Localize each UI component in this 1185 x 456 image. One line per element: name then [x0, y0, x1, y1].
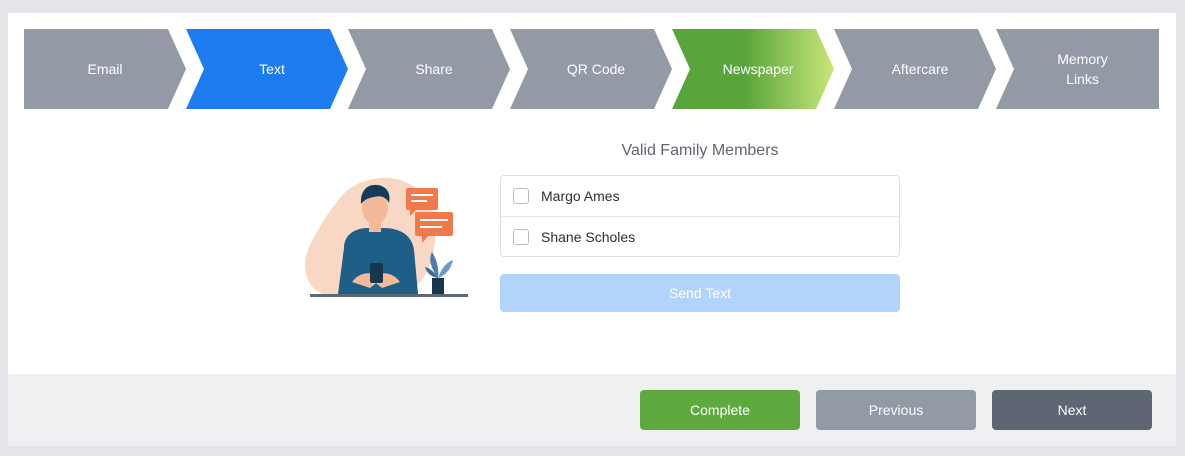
- step-newspaper[interactable]: Newspaper: [672, 29, 834, 109]
- step-label-line-1: Memory: [1057, 51, 1108, 67]
- wizard-steps: Email Text Share QR Code Newspaper After…: [24, 29, 1159, 109]
- family-member-list: Margo Ames Shane Scholes: [500, 175, 900, 257]
- step-label: Share: [415, 61, 453, 77]
- chat-bubble-icon: [415, 212, 453, 236]
- step-qr-code[interactable]: QR Code: [510, 29, 672, 109]
- family-members-title: Valid Family Members: [621, 142, 779, 159]
- step-memory-links[interactable]: Memory Links: [996, 29, 1159, 109]
- step-label: Text: [259, 61, 285, 77]
- family-member-row[interactable]: Margo Ames: [501, 176, 899, 216]
- step-label: QR Code: [566, 61, 626, 77]
- send-text-button[interactable]: Send Text: [500, 274, 900, 312]
- step-label: Email: [87, 61, 123, 77]
- step-aftercare[interactable]: Aftercare: [834, 29, 996, 109]
- wizard-card: Email Text Share QR Code Newspaper After…: [8, 13, 1176, 446]
- step-label-line-2: Links: [1066, 71, 1099, 87]
- step-email[interactable]: Email: [24, 29, 186, 109]
- family-member-name: Margo Ames: [541, 188, 620, 204]
- family-member-row[interactable]: Shane Scholes: [501, 216, 899, 256]
- step-share[interactable]: Share: [348, 29, 510, 109]
- person-texting-illustration: [305, 177, 468, 297]
- step-label: Memory Links: [1047, 49, 1108, 89]
- wizard-footer: Complete Previous Next: [8, 374, 1176, 446]
- chat-bubble-icon: [406, 188, 438, 210]
- step-label: Newspaper: [722, 61, 794, 77]
- phone-icon: [370, 263, 383, 283]
- complete-button[interactable]: Complete: [640, 390, 800, 430]
- family-member-checkbox[interactable]: [513, 188, 529, 204]
- step-label: Aftercare: [891, 61, 949, 77]
- step-text[interactable]: Text: [186, 29, 348, 109]
- previous-button[interactable]: Previous: [816, 390, 976, 430]
- next-button[interactable]: Next: [992, 390, 1152, 430]
- family-member-name: Shane Scholes: [541, 228, 636, 245]
- family-member-checkbox[interactable]: [513, 228, 529, 245]
